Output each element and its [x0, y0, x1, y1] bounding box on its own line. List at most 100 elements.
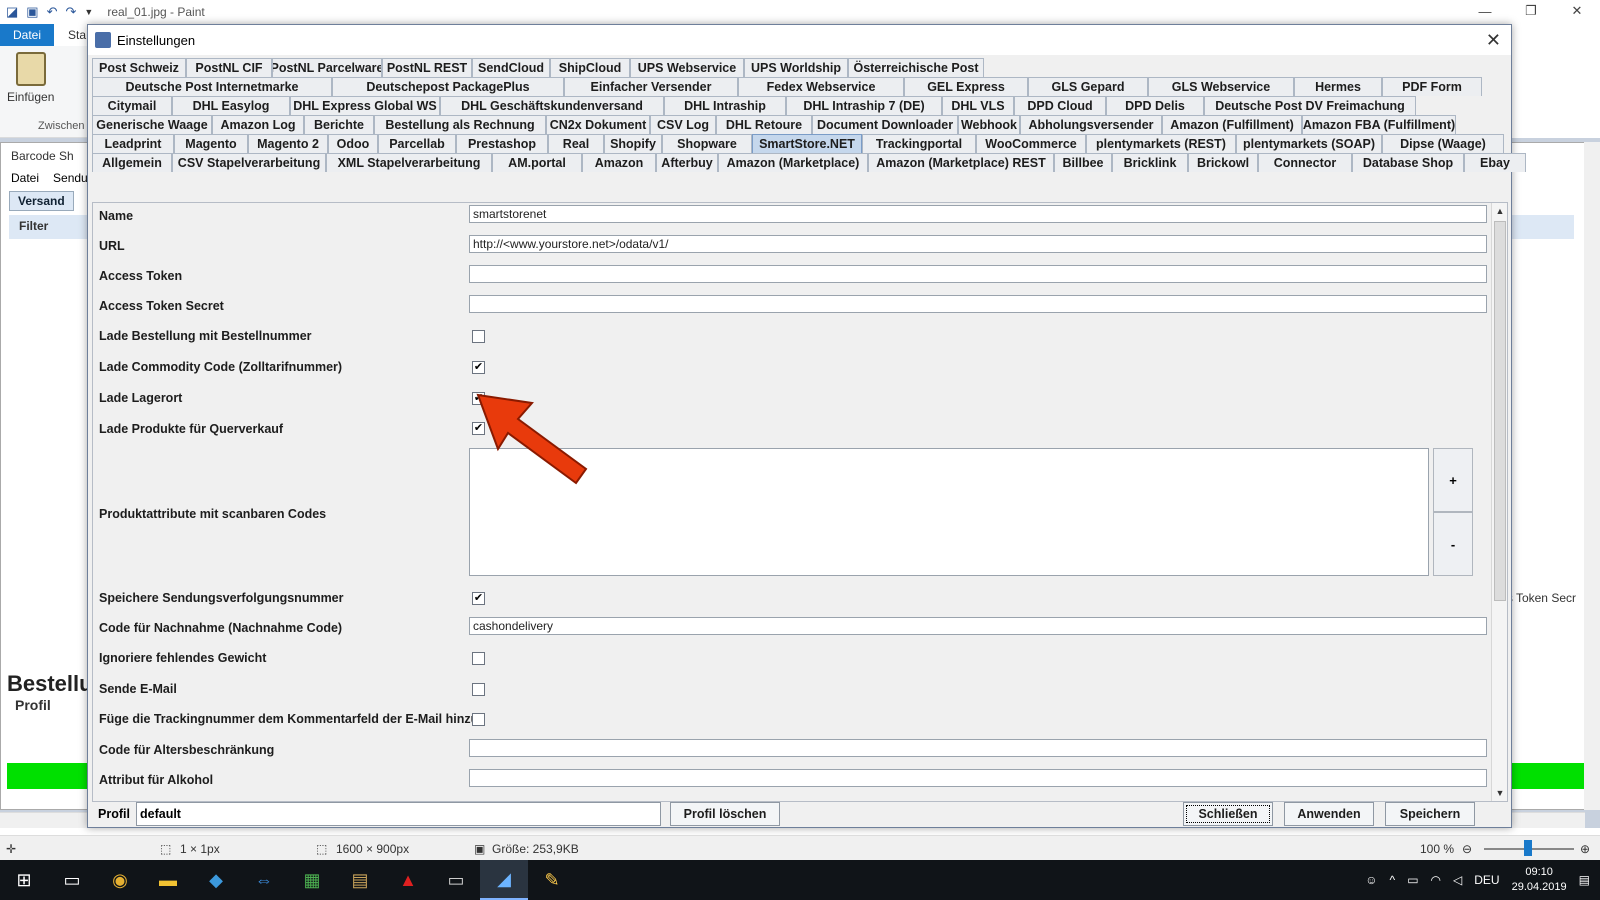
paste-icon[interactable] [16, 52, 46, 86]
tab-einfacher-versender[interactable]: Einfacher Versender [564, 77, 738, 96]
tab-post-schweiz[interactable]: Post Schweiz [92, 58, 186, 77]
tab-amazon-marketplace-rest[interactable]: Amazon (Marketplace) REST [868, 153, 1054, 172]
tab-ups-webservice[interactable]: UPS Webservice [630, 58, 744, 77]
tab-plentymarkets-soap[interactable]: plentymarkets (SOAP) [1236, 134, 1382, 153]
tab-leadprint[interactable]: Leadprint [92, 134, 174, 153]
tab-dhl-vls[interactable]: DHL VLS [942, 96, 1014, 115]
tab-pdf-form[interactable]: PDF Form [1382, 77, 1482, 96]
tab-sendcloud[interactable]: SendCloud [472, 58, 550, 77]
cod-code-input[interactable]: cashondelivery [469, 617, 1487, 635]
scrollbar-thumb[interactable] [1494, 221, 1506, 601]
tab-amazon-fba-fulfillment[interactable]: Amazon FBA (Fulfillment) [1302, 115, 1456, 134]
redo-icon[interactable]: ↷ [66, 4, 77, 20]
tab-dhl-express-global-ws[interactable]: DHL Express Global WS [290, 96, 440, 115]
scroll-down-icon[interactable]: ▼ [1492, 785, 1508, 801]
tab-prestashop[interactable]: Prestashop [456, 134, 548, 153]
save-button[interactable]: Speichern [1385, 802, 1475, 826]
tab-deutschepost-packageplus[interactable]: Deutschepost PackagePlus [332, 77, 564, 96]
order-number-checkbox[interactable] [472, 330, 485, 343]
people-icon[interactable]: ☺ [1365, 873, 1377, 887]
package-icon[interactable]: ▤ [336, 860, 384, 900]
age-restriction-input[interactable] [469, 739, 1487, 757]
terminal-icon[interactable]: ▭ [432, 860, 480, 900]
scroll-up-icon[interactable]: ▲ [1492, 203, 1508, 219]
tab-ebay[interactable]: Ebay [1464, 153, 1526, 172]
tab-deutsche-post-dv-freimachung[interactable]: Deutsche Post DV Freimachung [1204, 96, 1416, 115]
name-input[interactable]: smartstorenet [469, 205, 1487, 223]
send-email-checkbox[interactable] [472, 683, 485, 696]
volume-icon[interactable]: ◁ [1453, 873, 1462, 887]
save-icon[interactable]: ▣ [26, 4, 38, 20]
tab-generische-waage[interactable]: Generische Waage [92, 115, 212, 134]
notifications-icon[interactable]: ▤ [1579, 873, 1590, 887]
customize-icon[interactable]: ▼ [84, 7, 93, 17]
alcohol-attribute-input[interactable] [469, 769, 1487, 787]
tab-citymail[interactable]: Citymail [92, 96, 172, 115]
tab-postnl-rest[interactable]: PostNL REST [382, 58, 472, 77]
tab-gls-webservice[interactable]: GLS Webservice [1148, 77, 1294, 96]
ignore-weight-checkbox[interactable] [472, 652, 485, 665]
tab-afterbuy[interactable]: Afterbuy [656, 153, 718, 172]
paint-vertical-scrollbar[interactable] [1584, 142, 1600, 810]
language-indicator[interactable]: DEU [1474, 873, 1499, 887]
tab-trackingportal[interactable]: Trackingportal [862, 134, 976, 153]
tab-dhl-geschäftskundenversand[interactable]: DHL Geschäftskundenversand [440, 96, 664, 115]
tab-amazon-fulfillment[interactable]: Amazon (Fulfillment) [1162, 115, 1302, 134]
tab-am-portal[interactable]: AM.portal [492, 153, 582, 172]
maximize-icon[interactable]: ❐ [1508, 0, 1554, 22]
tab-woocommerce[interactable]: WooCommerce [976, 134, 1086, 153]
url-input[interactable]: http://<www.yourstore.net>/odata/v1/ [469, 235, 1487, 253]
tab-amazon-log[interactable]: Amazon Log [212, 115, 304, 134]
tab-amazon-marketplace[interactable]: Amazon (Marketplace) [718, 153, 868, 172]
tab-hermes[interactable]: Hermes [1294, 77, 1382, 96]
tab-shopify[interactable]: Shopify [604, 134, 662, 153]
add-attribute-button[interactable]: + [1433, 448, 1473, 512]
acrobat-icon[interactable]: ▲ [384, 860, 432, 900]
tab-billbee[interactable]: Billbee [1054, 153, 1112, 172]
form-vertical-scrollbar[interactable]: ▲ ▼ [1491, 203, 1507, 801]
file-explorer-icon[interactable]: ▬ [144, 860, 192, 900]
tab-real[interactable]: Real [548, 134, 604, 153]
tab-magento[interactable]: Magento [174, 134, 248, 153]
commodity-code-checkbox[interactable]: ✔ [472, 361, 485, 374]
windows-start-icon[interactable]: ⊞ [0, 860, 48, 900]
apply-button[interactable]: Anwenden [1284, 802, 1374, 826]
tab-shopware[interactable]: Shopware [662, 134, 752, 153]
tab-bricklink[interactable]: Bricklink [1112, 153, 1188, 172]
tab-start[interactable]: Sta [68, 28, 86, 42]
tab-smartstore-net[interactable]: SmartStore.NET [752, 134, 862, 153]
tab-magento-2[interactable]: Magento 2 [248, 134, 328, 153]
zoom-in-icon[interactable]: ⊕ [1580, 842, 1590, 856]
tab-odoo[interactable]: Odoo [328, 134, 378, 153]
task-view-icon[interactable]: ▭ [48, 860, 96, 900]
tab-dhl-retoure[interactable]: DHL Retoure [716, 115, 812, 134]
close-icon[interactable]: ✕ [1486, 30, 1501, 51]
tab-dhl-easylog[interactable]: DHL Easylog [172, 96, 290, 115]
tab-brickowl[interactable]: Brickowl [1188, 153, 1258, 172]
close-window-icon[interactable]: ✕ [1554, 0, 1600, 22]
wifi-icon[interactable]: ◠ [1431, 873, 1441, 887]
tab-xml-stapelverarbeitung[interactable]: XML Stapelverarbeitung [326, 153, 492, 172]
paint-taskbar-icon[interactable]: ✎ [528, 860, 576, 900]
tab-abholungsversender[interactable]: Abholungsversender [1020, 115, 1162, 134]
tab-gel-express[interactable]: GEL Express [904, 77, 1028, 96]
taskbar-clock[interactable]: 09:10 29.04.2019 [1512, 865, 1567, 895]
vscode-icon[interactable]: ◆ [192, 860, 240, 900]
tab-plentymarkets-rest[interactable]: plentymarkets (REST) [1086, 134, 1236, 153]
tab-cn2x-dokument[interactable]: CN2x Dokument [546, 115, 650, 134]
tab-database-shop[interactable]: Database Shop [1352, 153, 1464, 172]
tab-dpd-delis[interactable]: DPD Delis [1106, 96, 1204, 115]
tab-ups-worldship[interactable]: UPS Worldship [744, 58, 848, 77]
background-tab-versand[interactable]: Versand [9, 191, 74, 211]
tab-document-downloader[interactable]: Document Downloader [812, 115, 958, 134]
tab-csv-stapelverarbeitung[interactable]: CSV Stapelverarbeitung [172, 153, 326, 172]
access-token-secret-input[interactable] [469, 295, 1487, 313]
close-button[interactable]: Schließen [1183, 802, 1273, 826]
background-menu-file[interactable]: Datei [11, 171, 39, 185]
save-tracking-checkbox[interactable]: ✔ [472, 592, 485, 605]
tab-parcellab[interactable]: Parcellab [378, 134, 456, 153]
tab-dipse-waage[interactable]: Dipse (Waage) [1382, 134, 1504, 153]
spreadsheet-icon[interactable]: ▦ [288, 860, 336, 900]
tab-deutsche-post-internetmarke[interactable]: Deutsche Post Internetmarke [92, 77, 332, 96]
tab-dhl-intraship[interactable]: DHL Intraship [664, 96, 786, 115]
